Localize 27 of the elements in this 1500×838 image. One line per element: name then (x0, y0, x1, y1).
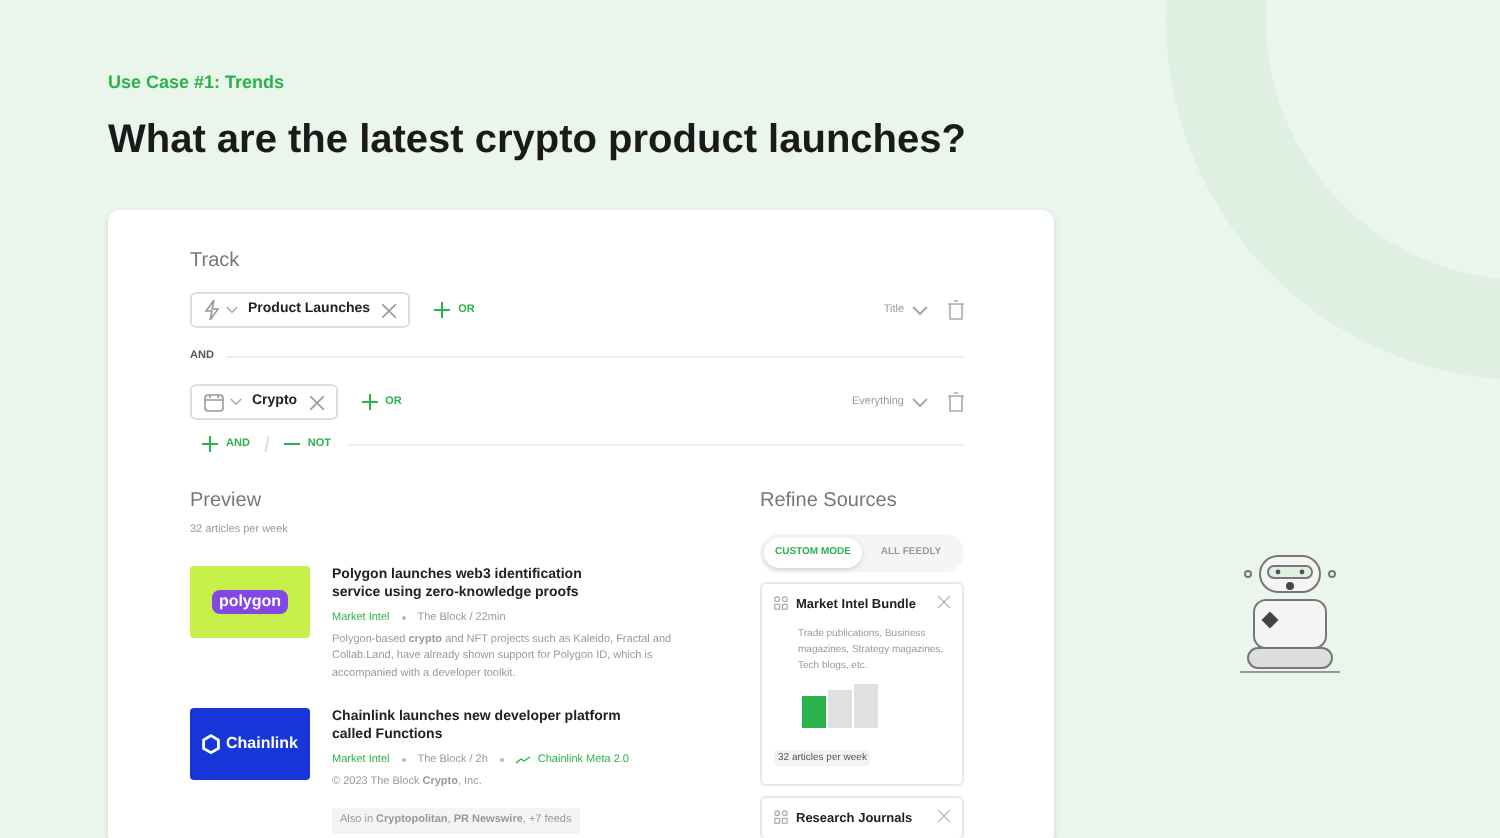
trash-icon[interactable] (948, 392, 964, 413)
trend-icon (515, 756, 530, 765)
remove-icon[interactable] (309, 395, 324, 410)
section-title: Preview (190, 489, 264, 513)
eyebrow-label: Use Case #1: Trends (108, 70, 287, 94)
bundle-icon (774, 809, 788, 824)
volume-bars-drawing (802, 683, 882, 728)
chevron-icon (230, 398, 242, 407)
remove-icon[interactable] (382, 303, 397, 317)
close-icon[interactable] (938, 809, 950, 822)
plus-icon (361, 394, 378, 411)
chevron-icon (912, 397, 928, 408)
section-title: Refine Sources (760, 489, 899, 513)
calendar-icon (204, 392, 224, 413)
section-title: Track (190, 250, 242, 274)
trash-icon[interactable] (948, 300, 964, 320)
plus-icon (434, 302, 451, 318)
close-icon[interactable] (938, 596, 950, 608)
page-heading: What are the latest crypto product launches? (108, 116, 968, 166)
lightning-icon (204, 300, 220, 320)
chevron-icon (912, 305, 928, 315)
hexagon-icon (201, 733, 220, 754)
thumbnail-logo-text: polygon (212, 589, 288, 614)
thumbnail-logo-text: Chainlink (225, 731, 298, 756)
chevron-icon (226, 306, 238, 314)
bundle-icon (774, 596, 788, 610)
plus-icon (202, 436, 218, 453)
